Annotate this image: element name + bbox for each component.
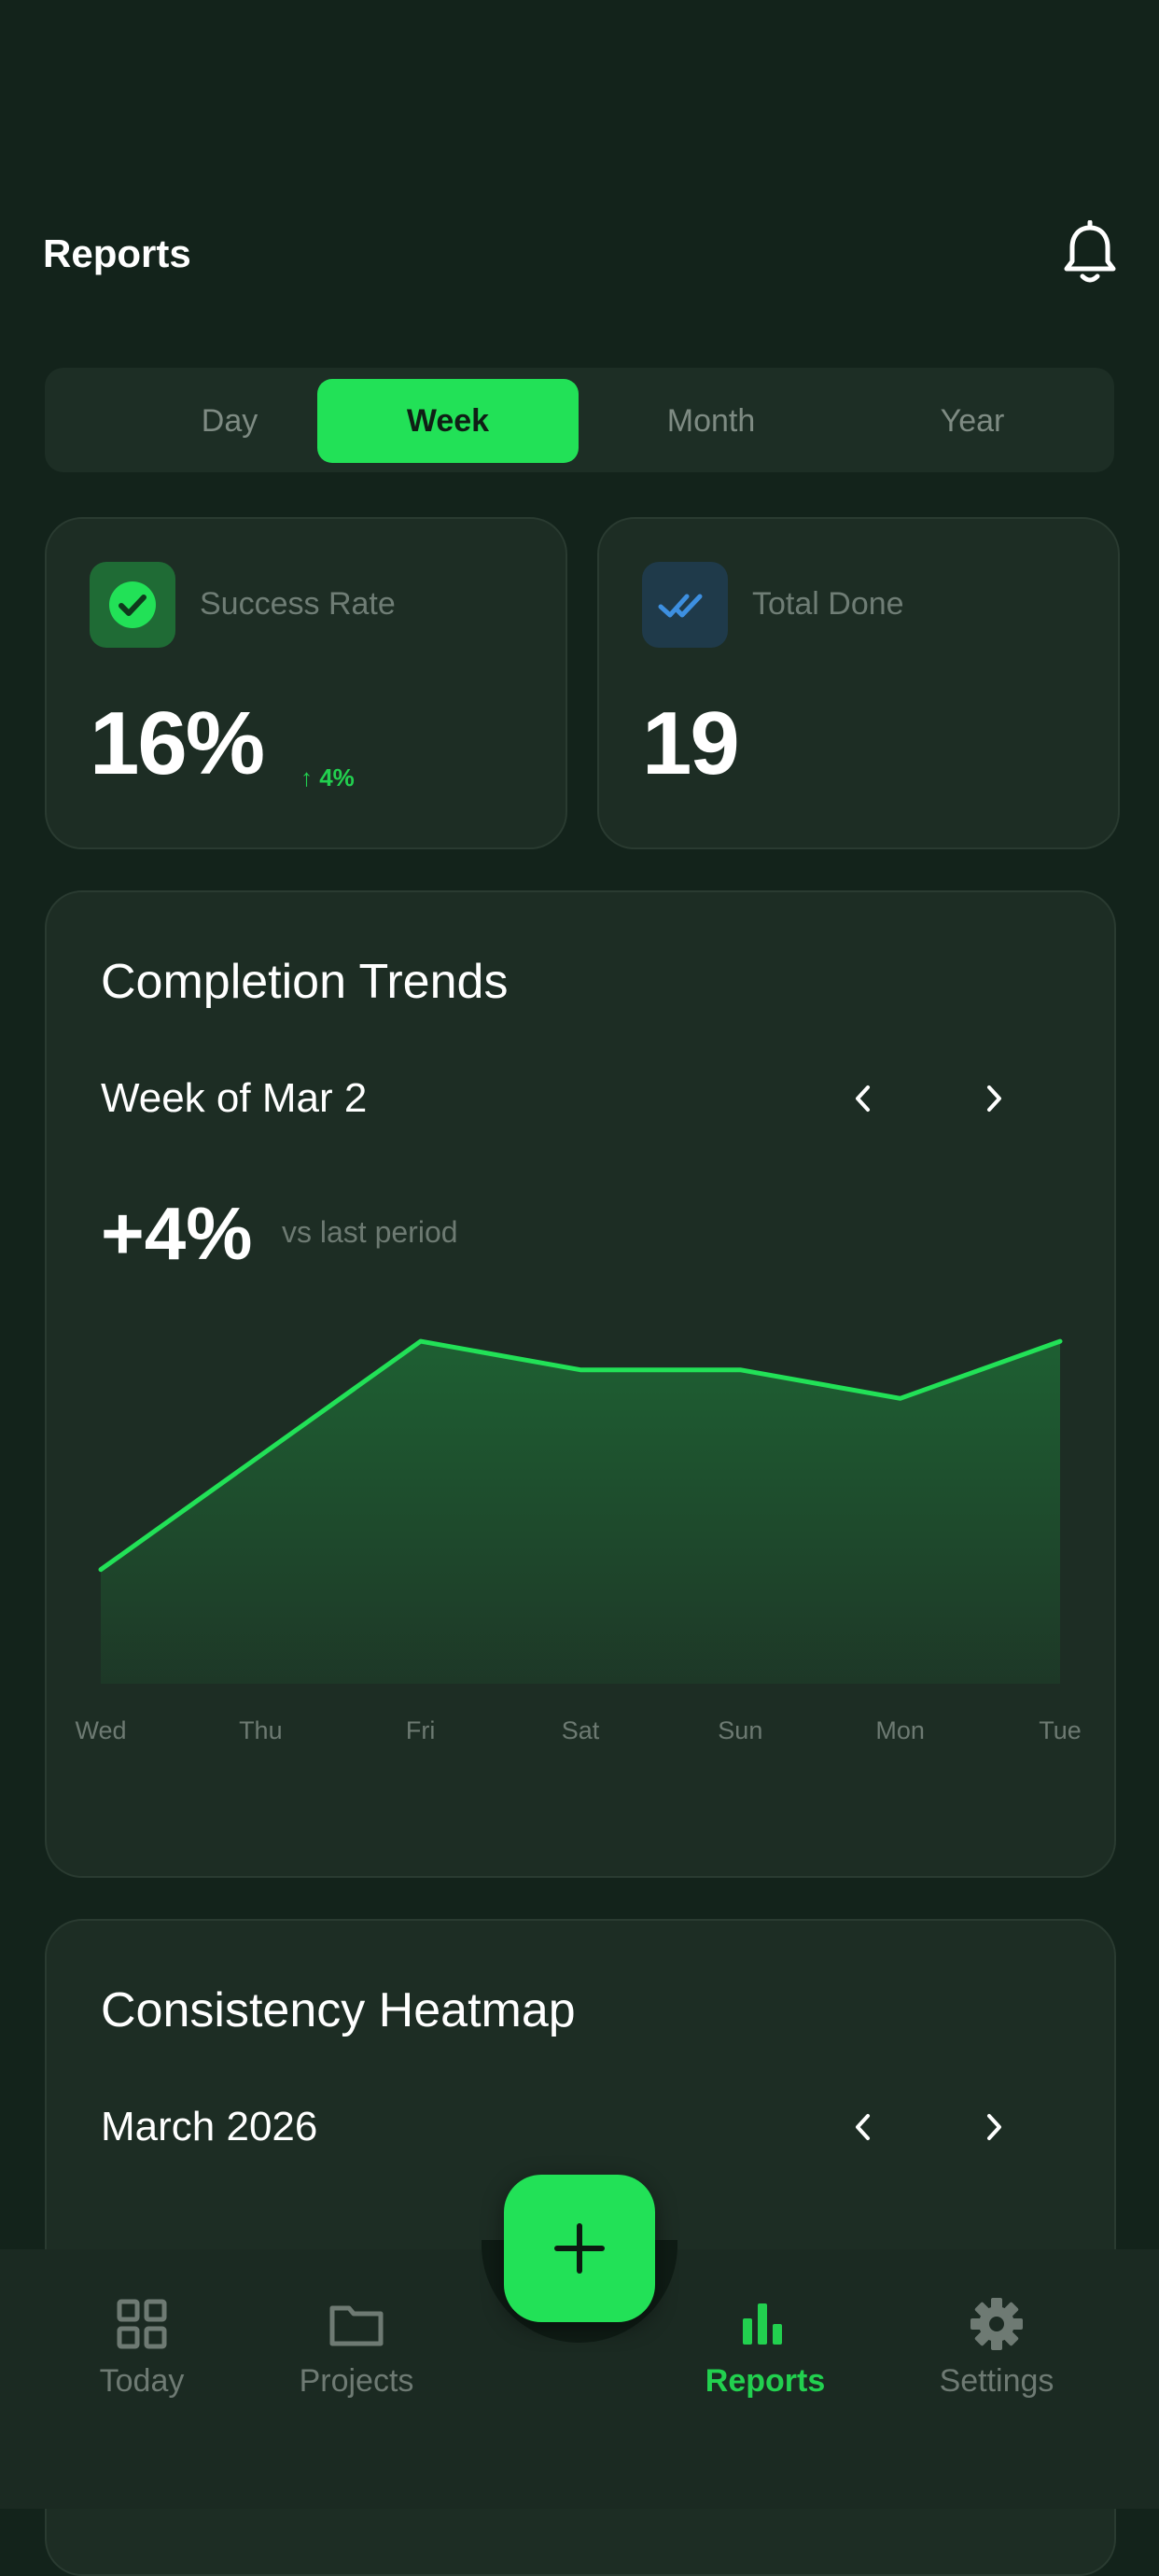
x-tick-label: Wed	[75, 1716, 126, 1744]
bell-icon[interactable]	[1062, 219, 1118, 287]
change-percent: +4%	[101, 1192, 253, 1275]
page-title: Reports	[43, 231, 191, 275]
x-tick-label: Tue	[1039, 1716, 1082, 1744]
plus-icon	[554, 2223, 605, 2274]
bar-chart-icon	[737, 2296, 793, 2352]
nav-projects-label: Projects	[299, 2363, 414, 2399]
tab-year[interactable]: Year	[842, 379, 1103, 463]
total-done-card[interactable]: Total Done 19	[597, 517, 1120, 849]
add-button[interactable]	[504, 2175, 655, 2322]
success-rate-label: Success Rate	[200, 586, 396, 622]
check-circle-icon	[90, 562, 175, 648]
completion-trend-chart: Wed Thu Fri Sat Sun Mon Tue	[75, 1338, 1082, 1744]
nav-projects[interactable]: Projects	[263, 2296, 450, 2400]
previous-week-button[interactable]	[840, 1075, 887, 1122]
next-week-button[interactable]	[970, 1075, 1017, 1122]
nav-reports-label: Reports	[705, 2363, 826, 2399]
nav-reports[interactable]: Reports	[672, 2296, 859, 2400]
total-done-value: 19	[642, 693, 740, 793]
x-tick-label: Sun	[718, 1716, 762, 1744]
previous-month-button[interactable]	[840, 2104, 887, 2150]
nav-today[interactable]: Today	[49, 2296, 235, 2400]
period-selector: Day Week Month Year	[45, 368, 1114, 472]
completion-trends-title: Completion Trends	[101, 955, 509, 1009]
folder-icon	[328, 2296, 384, 2352]
week-label: Week of Mar 2	[101, 1075, 368, 1121]
nav-settings[interactable]: Settings	[903, 2296, 1090, 2400]
next-month-button[interactable]	[970, 2104, 1017, 2150]
consistency-heatmap-title: Consistency Heatmap	[101, 1983, 576, 2037]
completion-trends-card: Completion Trends Week of Mar 2 +4% vs l…	[45, 890, 1116, 1878]
x-tick-label: Fri	[406, 1716, 435, 1744]
success-rate-card[interactable]: Success Rate 16% ↑ 4%	[45, 517, 567, 849]
x-tick-label: Sat	[562, 1716, 600, 1744]
success-rate-delta: ↑ 4%	[300, 763, 355, 791]
gear-icon	[969, 2296, 1025, 2352]
grid-icon	[114, 2296, 170, 2352]
tab-week[interactable]: Week	[317, 379, 579, 463]
total-done-label: Total Done	[752, 586, 904, 622]
double-check-icon	[642, 562, 728, 648]
tab-month[interactable]: Month	[580, 379, 842, 463]
month-label: March 2026	[101, 2104, 318, 2149]
x-tick-label: Mon	[875, 1716, 925, 1744]
nav-settings-label: Settings	[939, 2363, 1054, 2399]
x-tick-label: Thu	[239, 1716, 283, 1744]
success-rate-value: 16%	[90, 693, 265, 793]
change-note: vs last period	[282, 1215, 458, 1249]
nav-today-label: Today	[99, 2363, 185, 2399]
